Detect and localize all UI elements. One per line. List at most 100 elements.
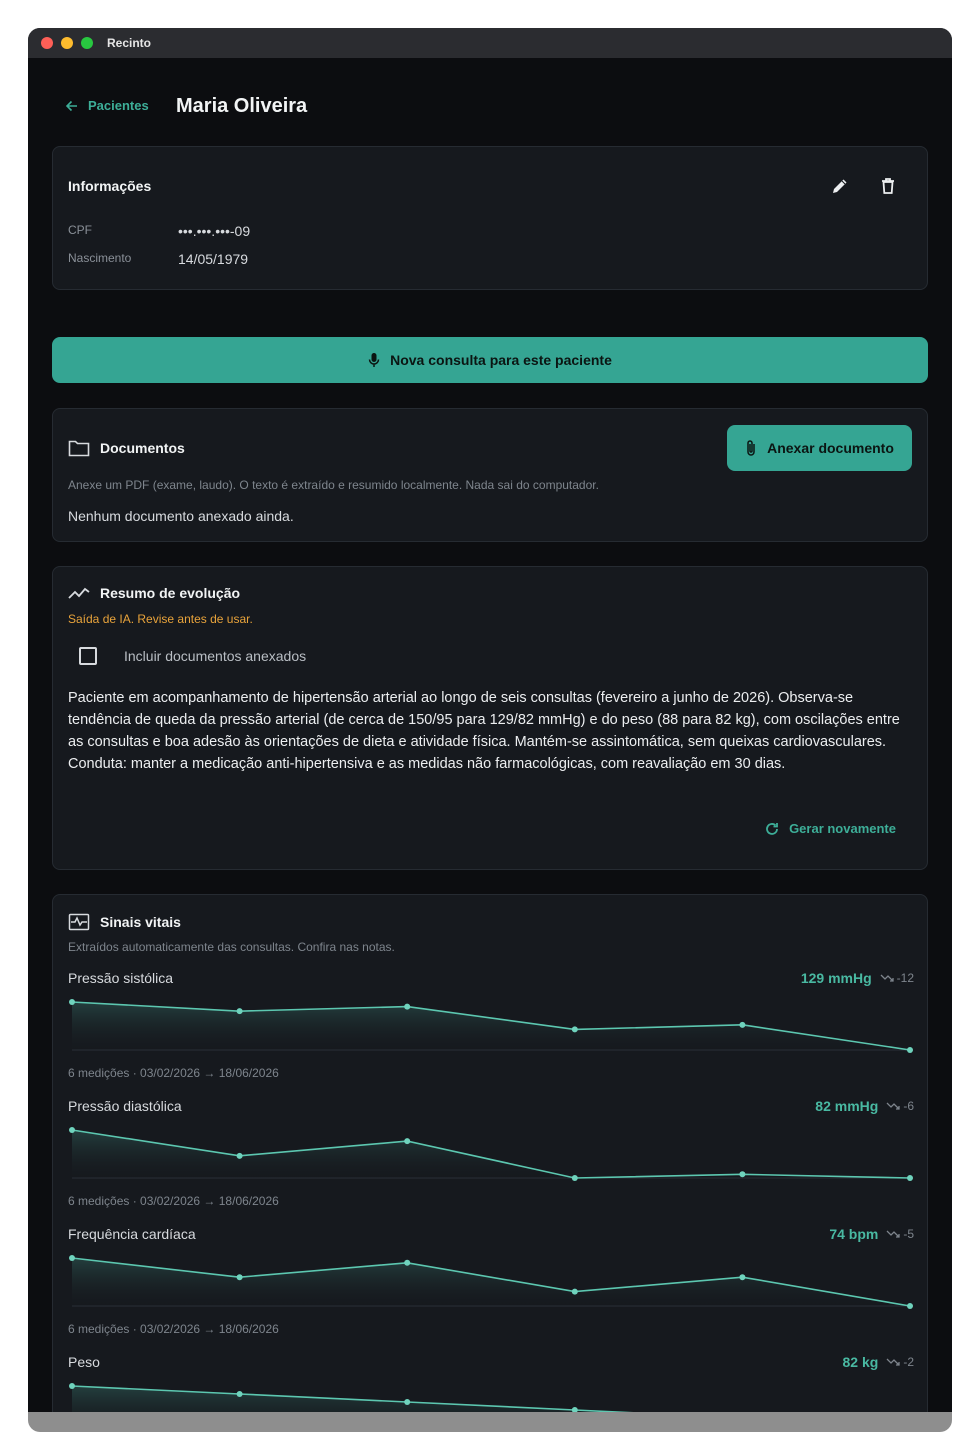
vital-delta-text: -6 <box>903 1099 914 1113</box>
arrow-left-icon <box>66 100 77 111</box>
sparkline-point <box>739 1171 746 1178</box>
vital-latest-value: 82 kg <box>842 1354 879 1370</box>
documents-card: Documentos Anexar documento Anexe um PDF… <box>52 408 928 542</box>
ai-warning-text: Saída de IA. Revise antes de usar. <box>68 612 253 626</box>
folder-icon <box>68 440 90 457</box>
pencil-icon <box>833 179 847 193</box>
sparkline-point <box>907 1175 913 1181</box>
vital-row: Pressão diastólica 82 mmHg -6 6 medições · … <box>68 1098 914 1218</box>
evolution-summary-text: Paciente em acompanhamento de hipertensã… <box>68 690 900 772</box>
back-link-label: Pacientes <box>88 98 149 113</box>
sparkline-area <box>72 1130 910 1178</box>
vital-sparkline <box>69 1383 634 1412</box>
sparkline-point <box>907 1047 913 1053</box>
sparkline-point <box>236 1391 243 1397</box>
vital-latest-value: 74 bpm <box>829 1226 879 1242</box>
sparkline-point <box>404 1399 411 1405</box>
sparkline-area <box>72 1386 617 1412</box>
vitals-title-text: Sinais vitais <box>100 914 181 930</box>
vital-row: Pressão sistólica 129 mmHg -12 6 medições ·… <box>68 970 914 1090</box>
vitals-subtitle: Extraídos automaticamente das consultas.… <box>68 940 395 954</box>
vital-meta: 6 medições · 03/02/2026 → 18/06/2026 <box>68 1322 279 1336</box>
sparkline-area <box>72 1258 910 1306</box>
titlebar: Recinto <box>28 28 952 58</box>
info-card: Informações CPF •••.•••.•••-09 Nasciment… <box>52 146 928 290</box>
sparkline-point <box>69 999 75 1005</box>
evolution-title-text: Resumo de evolução <box>100 585 241 601</box>
vital-row: Frequência cardíaca 74 bpm -5 6 medições · … <box>68 1226 914 1346</box>
vital-name: Peso <box>68 1354 100 1370</box>
vital-delta-text: -12 <box>896 971 914 985</box>
sparkline-point <box>739 1021 746 1028</box>
sparkline-point <box>739 1274 746 1281</box>
documents-title-text: Documentos <box>100 440 185 456</box>
trend-down-icon <box>886 1102 900 1110</box>
vital-meta: 6 medições · 03/02/2026 → 18/06/2026 <box>68 1066 279 1080</box>
vital-name: Frequência cardíaca <box>68 1226 196 1242</box>
sparkline-point <box>236 1008 243 1015</box>
attach-document-button[interactable]: Anexar documento <box>727 425 912 471</box>
cpf-value: •••.•••.•••-09 <box>178 223 251 239</box>
documents-empty-text: Nenhum documento anexado ainda. <box>68 508 294 524</box>
close-window-button[interactable] <box>41 37 53 49</box>
refresh-icon <box>766 822 778 835</box>
info-card-title: Informações <box>68 178 152 194</box>
sparkline-point <box>404 1003 411 1010</box>
regenerate-button[interactable]: Gerar novamente <box>765 821 896 836</box>
microphone-icon <box>368 353 380 367</box>
vital-summary: 129 mmHg -12 <box>801 970 914 986</box>
delete-button[interactable] <box>876 174 900 198</box>
vital-latest-value: 82 mmHg <box>815 1098 879 1114</box>
attach-document-label: Anexar documento <box>767 440 894 456</box>
sparkline-point <box>571 1407 578 1412</box>
sparkline-point <box>69 1383 75 1389</box>
sparkline-point <box>907 1303 913 1309</box>
sparkline-point <box>236 1274 243 1281</box>
cpf-label: CPF <box>68 223 92 237</box>
sparkline-point <box>571 1026 578 1033</box>
back-to-patients-link[interactable]: Pacientes <box>66 98 149 113</box>
vital-delta-text: -2 <box>903 1355 914 1369</box>
vital-summary: 82 kg -2 <box>843 1354 914 1370</box>
documents-card-title: Documentos <box>68 439 185 457</box>
vital-delta: -6 <box>886 1099 914 1113</box>
trend-down-icon <box>886 1230 900 1238</box>
app-window: Recinto Pacientes Maria Oliveira Informa… <box>28 28 952 1412</box>
vital-delta: -5 <box>886 1227 914 1241</box>
vital-delta: -12 <box>880 971 914 985</box>
edit-button[interactable] <box>828 174 852 198</box>
evolution-card: Resumo de evolução Saída de IA. Revise a… <box>52 566 928 870</box>
evolution-card-title: Resumo de evolução <box>68 585 240 601</box>
maximize-window-button[interactable] <box>81 37 93 49</box>
sparkline-point <box>404 1138 411 1145</box>
vital-sparkline <box>69 1255 913 1309</box>
birth-value: 14/05/1979 <box>178 251 249 267</box>
sparkline-point <box>236 1152 243 1159</box>
sparkline-point <box>69 1255 75 1261</box>
vitals-card: Sinais vitais Extraídos automaticamente … <box>52 894 928 1412</box>
new-consultation-button[interactable]: Nova consulta para este paciente <box>52 337 928 383</box>
trend-chart-icon <box>68 587 90 599</box>
vital-name: Pressão sistólica <box>68 970 174 986</box>
trend-down-icon <box>886 1358 900 1366</box>
trend-down-icon <box>880 974 894 982</box>
vitals-monitor-icon <box>68 913 90 931</box>
sparkline-point <box>69 1127 75 1133</box>
birth-label: Nascimento <box>68 251 132 265</box>
sparkline-point <box>404 1259 411 1266</box>
regenerate-label: Gerar novamente <box>789 821 896 836</box>
vital-summary: 82 mmHg -6 <box>815 1098 914 1114</box>
minimize-window-button[interactable] <box>61 37 73 49</box>
vital-latest-value: 129 mmHg <box>800 970 872 986</box>
include-documents-label: Incluir documentos anexados <box>124 648 307 664</box>
vital-summary: 74 bpm -5 <box>829 1226 914 1242</box>
page-title: Maria Oliveira <box>176 95 308 117</box>
sparkline-point <box>571 1175 578 1181</box>
documents-hint: Anexe um PDF (exame, laudo). O texto é e… <box>68 478 599 492</box>
vital-sparkline <box>69 1127 913 1181</box>
vital-meta: 6 medições · 03/02/2026 → 18/06/2026 <box>68 1194 279 1208</box>
vital-row: Peso 82 kg -2 <box>68 1354 914 1412</box>
include-documents-checkbox[interactable] <box>79 647 97 665</box>
vital-delta: -2 <box>886 1355 914 1369</box>
paperclip-icon <box>747 440 755 456</box>
